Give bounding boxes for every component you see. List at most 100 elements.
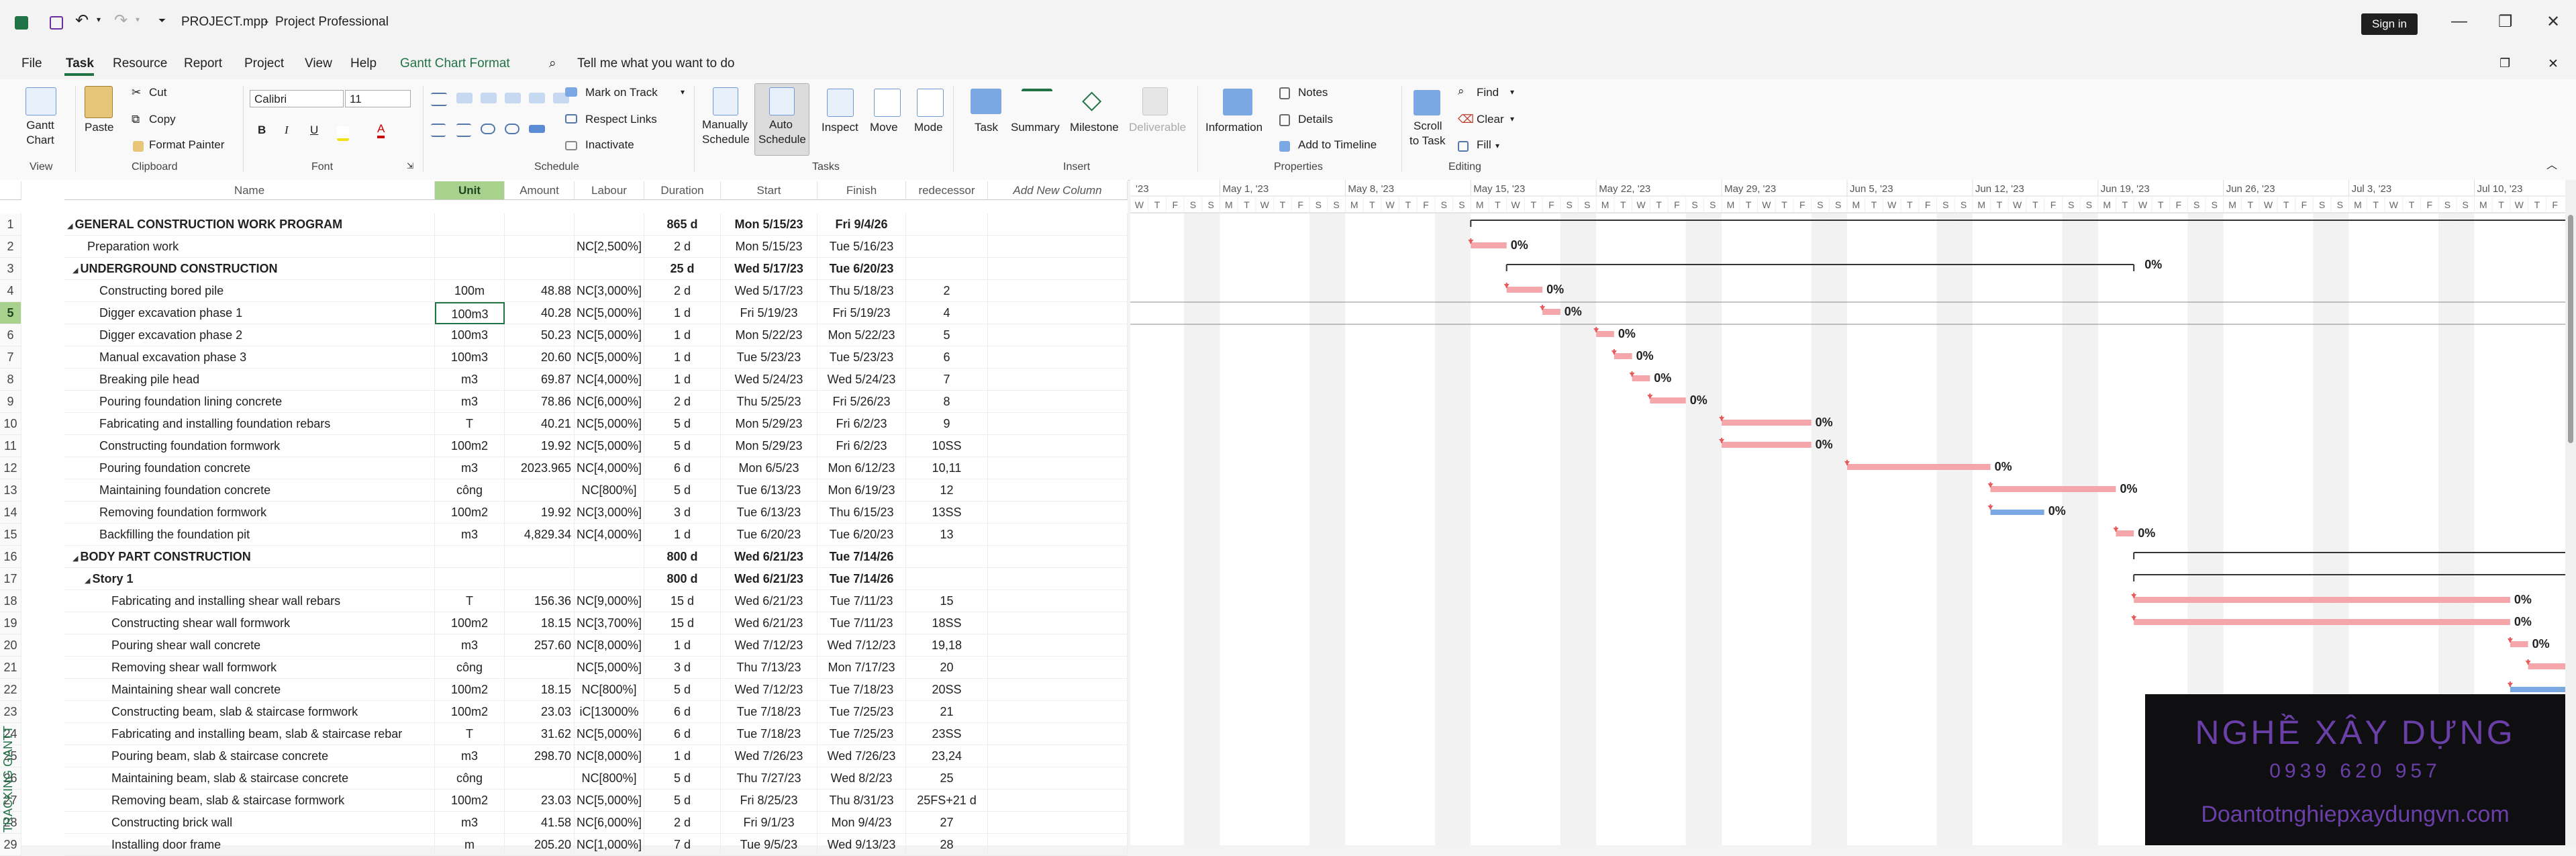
labour-cell[interactable]: [575, 568, 644, 590]
unit-cell[interactable]: T: [435, 723, 505, 745]
labour-cell[interactable]: [575, 213, 644, 236]
add-new-cell[interactable]: [988, 479, 1128, 502]
sign-in-button[interactable]: Sign in: [2361, 13, 2418, 35]
add-new-cell[interactable]: [988, 213, 1128, 236]
add-new-cell[interactable]: [988, 258, 1128, 280]
amount-cell[interactable]: 69.87: [505, 369, 575, 391]
unit-cell[interactable]: m3: [435, 369, 505, 391]
labour-cell[interactable]: NC[4,000%]: [575, 457, 644, 479]
move-button[interactable]: Move: [870, 121, 898, 134]
finish-cell[interactable]: Tue 6/20/23: [818, 258, 906, 280]
unit-cell[interactable]: [435, 258, 505, 280]
finish-cell[interactable]: Wed 5/24/23: [818, 369, 906, 391]
paste-icon[interactable]: [85, 86, 113, 118]
move-icon[interactable]: [874, 89, 901, 117]
unit-cell[interactable]: 100m3: [435, 302, 505, 324]
duration-cell[interactable]: 6 d: [644, 701, 721, 723]
amount-cell[interactable]: 2023.965: [505, 457, 575, 479]
start-cell[interactable]: Fri 8/25/23: [721, 790, 818, 812]
predecessors-cell[interactable]: 4: [906, 302, 988, 324]
finish-cell[interactable]: Fri 6/2/23: [818, 413, 906, 435]
finish-cell[interactable]: Thu 8/31/23: [818, 790, 906, 812]
add-new-cell[interactable]: [988, 324, 1128, 346]
labour-cell[interactable]: NC[3,700%]: [575, 612, 644, 634]
row-number[interactable]: 14: [0, 502, 21, 524]
labour-cell[interactable]: NC[8,000%]: [575, 745, 644, 767]
finish-cell[interactable]: Fri 6/2/23: [818, 435, 906, 457]
clear-button[interactable]: Clear: [1477, 113, 1504, 126]
amount-cell[interactable]: 4,829.34: [505, 524, 575, 546]
amount-cell[interactable]: [505, 568, 575, 590]
amount-cell[interactable]: [505, 657, 575, 679]
unit-cell[interactable]: [435, 546, 505, 568]
task-name-cell[interactable]: Maintaining beam, slab & staircase concr…: [64, 767, 435, 790]
duration-cell[interactable]: 3 d: [644, 502, 721, 524]
predecessors-cell[interactable]: [906, 213, 988, 236]
column-header-start[interactable]: Start: [721, 181, 818, 200]
start-cell[interactable]: Tue 7/18/23: [721, 701, 818, 723]
unit-cell[interactable]: 100m2: [435, 679, 505, 701]
format-painter-icon[interactable]: [133, 141, 144, 152]
predecessors-cell[interactable]: 7: [906, 369, 988, 391]
predecessors-cell[interactable]: 6: [906, 346, 988, 369]
add-new-cell[interactable]: [988, 391, 1128, 413]
start-cell[interactable]: Wed 7/12/23: [721, 634, 818, 657]
add-new-cell[interactable]: [988, 790, 1128, 812]
finish-cell[interactable]: Tue 5/23/23: [818, 346, 906, 369]
finish-cell[interactable]: Fri 9/4/26: [818, 213, 906, 236]
duration-cell[interactable]: 3 d: [644, 657, 721, 679]
add-to-timeline-button[interactable]: Add to Timeline: [1298, 138, 1377, 152]
predecessors-cell[interactable]: 19,18: [906, 634, 988, 657]
progress-25-icon[interactable]: [481, 93, 497, 103]
respect-links-icon[interactable]: [565, 114, 577, 124]
minimize-icon[interactable]: —: [2451, 12, 2467, 31]
amount-cell[interactable]: 40.21: [505, 413, 575, 435]
tab-gantt-chart-format[interactable]: Gantt Chart Format: [400, 56, 510, 71]
duration-cell[interactable]: 5 d: [644, 435, 721, 457]
finish-cell[interactable]: Wed 8/2/23: [818, 767, 906, 790]
unit-cell[interactable]: [435, 568, 505, 590]
amount-cell[interactable]: 23.03: [505, 701, 575, 723]
inactivate-button[interactable]: Inactivate: [585, 138, 634, 152]
predecessors-cell[interactable]: 12: [906, 479, 988, 502]
column-header-unit[interactable]: Unit: [435, 181, 505, 200]
close-window-icon[interactable]: ✕: [2548, 56, 2559, 72]
start-cell[interactable]: Mon 5/22/23: [721, 324, 818, 346]
duration-cell[interactable]: 15 d: [644, 612, 721, 634]
start-cell[interactable]: Mon 5/15/23: [721, 236, 818, 258]
add-new-cell[interactable]: [988, 612, 1128, 634]
column-header-amount[interactable]: Amount: [505, 181, 575, 200]
duration-cell[interactable]: 1 d: [644, 324, 721, 346]
fill-dropdown-icon[interactable]: ▾: [1495, 141, 1499, 150]
row-number[interactable]: 16: [0, 546, 21, 568]
amount-cell[interactable]: 156.36: [505, 590, 575, 612]
bold-button[interactable]: B: [258, 124, 266, 137]
unit-cell[interactable]: 100m: [435, 280, 505, 302]
start-cell[interactable]: Mon 5/29/23: [721, 413, 818, 435]
milestone-icon[interactable]: ◇: [1082, 85, 1101, 115]
task-name-cell[interactable]: Constructing beam, slab & staircase form…: [64, 701, 435, 723]
highlight-color-icon[interactable]: [337, 126, 349, 141]
tab-help[interactable]: Help: [350, 56, 377, 71]
underline-button[interactable]: U: [310, 124, 318, 137]
predecessors-cell[interactable]: [906, 258, 988, 280]
duration-cell[interactable]: 1 d: [644, 302, 721, 324]
add-new-cell[interactable]: [988, 701, 1128, 723]
labour-cell[interactable]: NC[4,000%]: [575, 369, 644, 391]
predecessors-cell[interactable]: 25FS+21 d: [906, 790, 988, 812]
add-new-cell[interactable]: [988, 546, 1128, 568]
unit-cell[interactable]: T: [435, 590, 505, 612]
labour-cell[interactable]: iC[13000%: [575, 701, 644, 723]
finish-cell[interactable]: Tue 7/25/23: [818, 701, 906, 723]
row-number[interactable]: 10: [0, 413, 21, 435]
split-task-icon[interactable]: [529, 125, 545, 133]
row-number[interactable]: 19: [0, 612, 21, 634]
task-name-cell[interactable]: Fabricating and installing foundation re…: [64, 413, 435, 435]
amount-cell[interactable]: 50.23: [505, 324, 575, 346]
duration-cell[interactable]: 6 d: [644, 723, 721, 745]
summary-icon[interactable]: [1022, 89, 1052, 114]
row-number[interactable]: 8: [0, 369, 21, 391]
amount-cell[interactable]: [505, 479, 575, 502]
select-all-corner[interactable]: [0, 181, 21, 200]
gantt-chart-button[interactable]: Gantt Chart: [20, 118, 60, 148]
